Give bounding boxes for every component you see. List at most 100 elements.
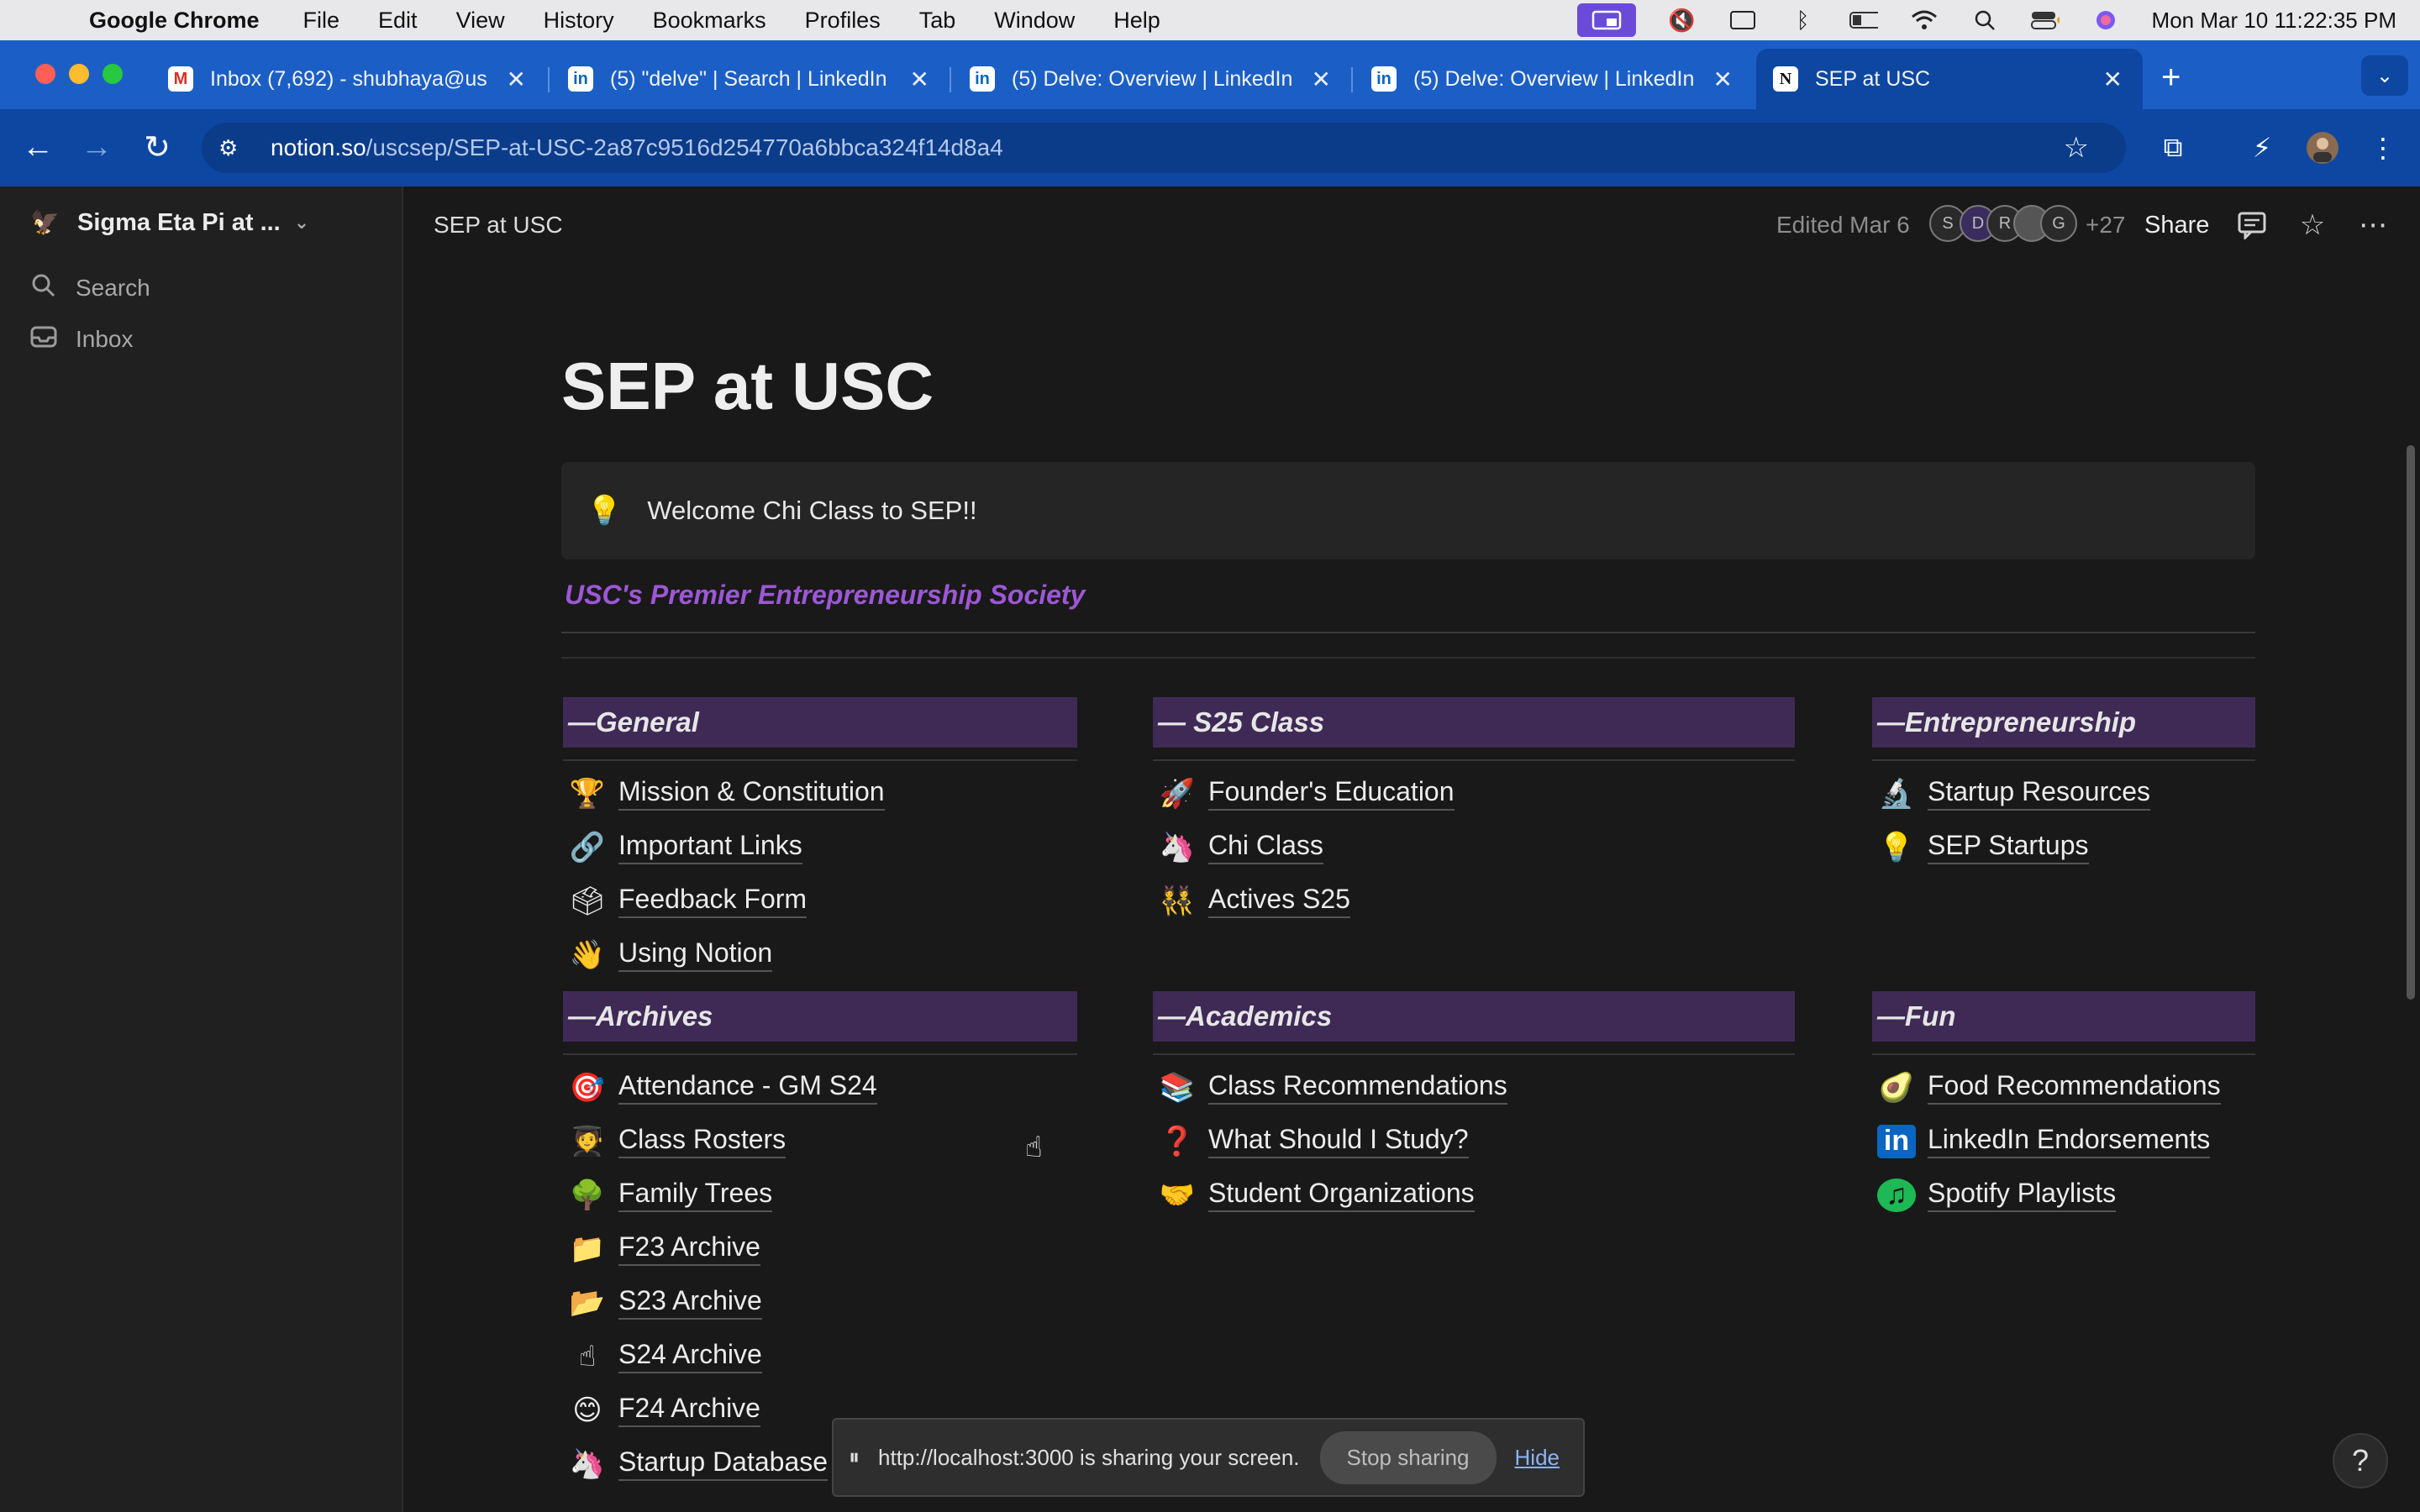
help-button[interactable]: ? xyxy=(2333,1433,2388,1488)
close-tab-icon[interactable]: ✕ xyxy=(1312,66,1331,93)
page-link[interactable]: 🔬 Startup Resources xyxy=(1877,776,2151,811)
bookmark-star-icon[interactable]: ☆ xyxy=(2064,131,2089,165)
section-divider xyxy=(1872,1053,2255,1055)
page-link[interactable]: 🎯 Attendance - GM S24 xyxy=(568,1070,877,1105)
sidebar-item-search[interactable]: Search xyxy=(30,272,150,304)
page-emoji-icon: 🧑‍🎓 xyxy=(569,1125,606,1158)
close-tab-icon[interactable]: ✕ xyxy=(910,66,929,93)
extensions-icon[interactable]: ⧉ xyxy=(2153,128,2193,168)
workspace-switcher[interactable]: 🦅 Sigma Eta Pi at ... ⌄ xyxy=(30,208,309,237)
page-link[interactable]: 🦄 Chi Class xyxy=(1158,830,1323,864)
forward-button[interactable]: → xyxy=(76,126,118,168)
page-link[interactable]: 🧑‍🎓 Class Rosters xyxy=(568,1124,786,1158)
page-title[interactable]: SEP at USC xyxy=(561,348,934,425)
tab-linkedin-delve-2[interactable]: in (5) Delve: Overview | LinkedIn ✕ xyxy=(1355,49,1753,109)
control-center-icon[interactable] xyxy=(2030,9,2060,31)
tab-linkedin-search[interactable]: in (5) "delve" | Search | LinkedIn ✕ xyxy=(551,49,950,109)
page-link-label: Feedback Form xyxy=(618,884,808,918)
page-emoji-icon: 🔗 xyxy=(569,831,606,864)
menu-edit[interactable]: Edit xyxy=(378,8,418,34)
chrome-menu-icon[interactable]: ⋮ xyxy=(2363,128,2403,168)
siri-icon[interactable] xyxy=(2091,9,2120,31)
page-link[interactable]: 🔗 Important Links xyxy=(568,830,802,864)
menu-bookmarks[interactable]: Bookmarks xyxy=(653,8,766,34)
reload-button[interactable]: ↻ xyxy=(136,126,178,168)
menu-profiles[interactable]: Profiles xyxy=(805,8,881,34)
battery-icon[interactable] xyxy=(1849,9,1878,31)
callout-text: Welcome Chi Class to SEP!! xyxy=(647,496,977,525)
section-heading[interactable]: —Entrepreneurship xyxy=(1872,697,2255,748)
page-link[interactable]: 🦄 Startup Database xyxy=(568,1446,829,1481)
page-link[interactable]: 📂 S23 Archive xyxy=(568,1285,762,1320)
favorite-star-icon[interactable]: ☆ xyxy=(2294,207,2331,244)
close-tab-icon[interactable]: ✕ xyxy=(507,66,526,93)
sidebar-item-inbox[interactable]: Inbox xyxy=(30,324,134,354)
tab-gmail[interactable]: M Inbox (7,692) - shubhaya@us ✕ xyxy=(151,49,546,109)
menu-file[interactable]: File xyxy=(303,8,340,34)
page-link[interactable]: 👯 Actives S25 xyxy=(1158,884,1350,918)
stop-sharing-button[interactable]: Stop sharing xyxy=(1319,1431,1497,1484)
section-heading[interactable]: —Archives xyxy=(563,991,1077,1042)
page-link[interactable]: ☝ S24 Archive xyxy=(568,1339,762,1373)
page-link[interactable]: 😊 F24 Archive xyxy=(568,1393,760,1427)
callout-block[interactable]: 💡 Welcome Chi Class to SEP!! xyxy=(561,462,2255,559)
tab-search-button[interactable]: ⌄ xyxy=(2361,55,2408,96)
page-link[interactable]: ♫ Spotify Playlists xyxy=(1877,1178,2117,1212)
menu-tab[interactable]: Tab xyxy=(919,8,956,34)
profile-avatar[interactable] xyxy=(2302,128,2343,168)
site-settings-icon[interactable]: ⚙ xyxy=(218,135,249,161)
keyboard-icon[interactable] xyxy=(1728,9,1757,31)
menu-window[interactable]: Window xyxy=(994,8,1075,34)
page-link-label: Chi Class xyxy=(1208,830,1323,864)
close-tab-icon[interactable]: ✕ xyxy=(1713,66,1733,93)
page-emoji-icon: ♫ xyxy=(1877,1178,1916,1212)
spotlight-search-icon[interactable] xyxy=(1970,9,1999,31)
zoom-window-button[interactable] xyxy=(103,64,123,84)
bluetooth-icon[interactable]: ᛒ xyxy=(1789,8,1818,33)
mute-icon[interactable]: 🔇 xyxy=(1668,8,1697,33)
screen-recording-icon[interactable] xyxy=(1576,3,1636,37)
menubar-clock[interactable]: Mon Mar 10 11:22:35 PM xyxy=(2152,8,2396,34)
breadcrumb[interactable]: SEP at USC xyxy=(434,212,563,239)
address-bar[interactable]: ⚙ notion.so/uscsep/SEP-at-USC-2a87c9516d… xyxy=(202,123,2126,173)
comments-icon[interactable] xyxy=(2233,207,2270,244)
tab-notion-sep[interactable]: N SEP at USC ✕ xyxy=(1756,49,2143,109)
page-link[interactable]: 🚀 Founder's Education xyxy=(1158,776,1455,811)
page-link[interactable]: 💡 SEP Startups xyxy=(1877,830,2089,864)
menu-view[interactable]: View xyxy=(456,8,505,34)
section-heading[interactable]: —General xyxy=(563,697,1077,748)
extension-bolt-icon[interactable]: ⚡ xyxy=(2242,128,2282,168)
page-link[interactable]: in LinkedIn Endorsements xyxy=(1877,1124,2211,1158)
scrollbar-thumb[interactable] xyxy=(2407,445,2415,1000)
wifi-icon[interactable] xyxy=(1910,9,1939,31)
page-link[interactable]: 🏆 Mission & Constitution xyxy=(568,776,885,811)
avatar[interactable]: G xyxy=(2040,205,2077,242)
page-link[interactable]: 🌳 Family Trees xyxy=(568,1178,773,1212)
page-link[interactable]: ❓ What Should I Study? xyxy=(1158,1124,1469,1158)
section-heading[interactable]: —Academics xyxy=(1153,991,1795,1042)
page-link[interactable]: 👋 Using Notion xyxy=(568,937,773,972)
hide-link[interactable]: Hide xyxy=(1515,1445,1560,1471)
new-tab-button[interactable]: + xyxy=(2161,59,2181,97)
menu-history[interactable]: History xyxy=(544,8,614,34)
tagline[interactable]: USC's Premier Entrepreneurship Society xyxy=(565,580,1085,611)
page-link[interactable]: 🤝 Student Organizations xyxy=(1158,1178,1475,1212)
close-tab-icon[interactable]: ✕ xyxy=(2103,66,2123,93)
tab-title: SEP at USC xyxy=(1815,66,1931,91)
section-heading[interactable]: — S25 Class xyxy=(1153,697,1795,748)
page-link[interactable]: 🗳 Feedback Form xyxy=(568,884,808,918)
minimize-window-button[interactable] xyxy=(69,64,89,84)
more-collaborators-count[interactable]: +27 xyxy=(2086,212,2126,239)
back-button[interactable]: ← xyxy=(17,126,59,168)
page-link[interactable]: 📚 Class Recommendations xyxy=(1158,1070,1507,1105)
page-emoji-icon: 📂 xyxy=(569,1286,606,1319)
page-link[interactable]: 🥑 Food Recommendations xyxy=(1877,1070,2221,1105)
menu-app-name[interactable]: Google Chrome xyxy=(89,8,260,34)
section-heading[interactable]: —Fun xyxy=(1872,991,2255,1042)
more-options-icon[interactable]: ⋯ xyxy=(2354,207,2391,244)
close-window-button[interactable] xyxy=(35,64,55,84)
page-link[interactable]: 📁 F23 Archive xyxy=(568,1231,760,1266)
menu-help[interactable]: Help xyxy=(1113,8,1160,34)
tab-linkedin-delve-1[interactable]: in (5) Delve: Overview | LinkedIn ✕ xyxy=(953,49,1351,109)
share-button[interactable]: Share xyxy=(2144,212,2209,239)
